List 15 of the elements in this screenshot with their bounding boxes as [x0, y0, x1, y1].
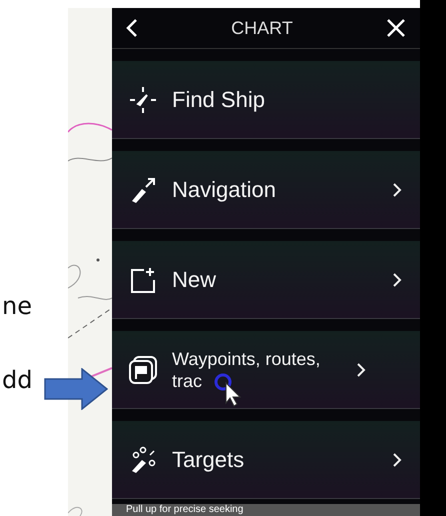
menu-item[interactable]: Find Ship: [112, 61, 420, 139]
arrow-icon: [44, 368, 108, 410]
annotation-text: ne: [2, 292, 32, 320]
cursor-icon: [214, 373, 244, 407]
close-icon[interactable]: [386, 18, 406, 38]
menu-item[interactable]: Targets: [112, 421, 420, 499]
menu-item[interactable]: New: [112, 241, 420, 319]
menu-title: CHART: [231, 18, 293, 38]
crosshair-icon: [128, 84, 158, 114]
menu-item[interactable]: Navigation: [112, 151, 420, 229]
stacked-flag-icon: [128, 354, 158, 384]
annotation-text: dd: [2, 366, 32, 394]
back-icon[interactable]: [126, 18, 138, 38]
hint-text: Pull up for precise seeking: [126, 504, 244, 515]
menu-item[interactable]: Waypoints, routes, trac: [112, 331, 420, 409]
